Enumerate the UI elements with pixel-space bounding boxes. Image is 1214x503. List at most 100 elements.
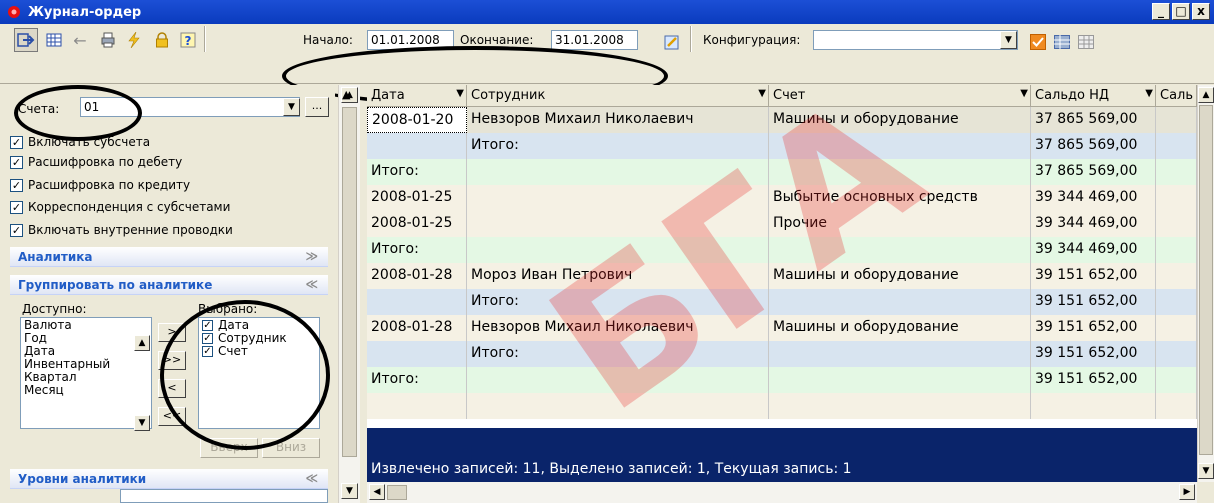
account-field[interactable]: 01 xyxy=(80,97,300,117)
run-report-icon[interactable] xyxy=(14,28,38,52)
option-internal-entries[interactable]: ✓ Включать внутренние проводки xyxy=(10,221,233,239)
table-cell[interactable]: Итого: xyxy=(467,133,769,159)
table-cell[interactable] xyxy=(1156,185,1197,211)
table-cell[interactable] xyxy=(769,159,1031,185)
checkbox-checked[interactable]: ✓ xyxy=(202,320,213,331)
back-arrow-icon[interactable]: ← xyxy=(68,28,92,52)
collapse-chevron-icon[interactable]: ≪ xyxy=(305,277,318,291)
end-date-field[interactable]: 31.01.2008 xyxy=(551,30,638,50)
table-cell[interactable] xyxy=(1156,133,1197,159)
table-cell[interactable]: Прочие xyxy=(769,211,1031,237)
checkbox-checked[interactable]: ✓ xyxy=(10,178,23,192)
chevron-down-icon[interactable]: ▼ xyxy=(1000,31,1017,49)
table-cell[interactable] xyxy=(467,159,769,185)
move-up-button[interactable]: Вверх xyxy=(200,438,258,458)
table-cell[interactable]: Мороз Иван Петрович xyxy=(467,263,769,289)
account-browse-button[interactable]: ... xyxy=(305,97,329,117)
column-header-employee[interactable]: Сотрудник ▼ xyxy=(467,85,769,107)
table-cell[interactable]: 39 151 652,00 xyxy=(1031,263,1156,289)
table-cell[interactable]: Итого: xyxy=(467,341,769,367)
remove-button[interactable]: < xyxy=(158,379,186,398)
grid-view-icon[interactable] xyxy=(1050,30,1074,54)
add-button[interactable]: > xyxy=(158,323,186,342)
table-cell[interactable]: 39 151 652,00 xyxy=(1031,341,1156,367)
chevron-down-icon[interactable]: ▼ xyxy=(283,98,300,116)
print-icon[interactable] xyxy=(96,28,120,52)
list-item[interactable]: Месяц xyxy=(24,384,148,397)
table-cell[interactable] xyxy=(1156,263,1197,289)
analytics-levels-header[interactable]: Уровни аналитики ≪ xyxy=(10,469,328,489)
table-cell[interactable] xyxy=(467,367,769,393)
table-cell[interactable] xyxy=(367,289,467,315)
close-button[interactable]: x xyxy=(1192,3,1210,20)
column-header-date[interactable]: Дата ▼ xyxy=(367,85,467,107)
config-select[interactable] xyxy=(813,30,1018,50)
maximize-button[interactable]: □ xyxy=(1172,3,1190,20)
lightning-icon[interactable] xyxy=(122,28,146,52)
table-cell[interactable]: 2008-01-20 xyxy=(367,107,467,133)
analytics-header[interactable]: Аналитика ≫ xyxy=(10,247,328,267)
table-row[interactable]: Итого: 37 865 569,00 xyxy=(367,159,1197,185)
table-cell[interactable]: 37 865 569,00 xyxy=(1031,159,1156,185)
available-list[interactable]: Валюта Год Дата Инвентарный Квартал Меся… xyxy=(20,317,152,429)
table-cell[interactable]: 39 344 469,00 xyxy=(1031,211,1156,237)
table-cell[interactable] xyxy=(1156,289,1197,315)
scroll-down-icon[interactable]: ▼ xyxy=(341,483,358,499)
add-all-button[interactable]: >> xyxy=(158,351,186,370)
table-row[interactable]: Итого: 37 865 569,00 xyxy=(367,133,1197,159)
checkbox-checked[interactable]: ✓ xyxy=(10,200,23,214)
table-cell[interactable]: 39 344 469,00 xyxy=(1031,237,1156,263)
table-cell[interactable] xyxy=(769,133,1031,159)
table-cell[interactable] xyxy=(367,341,467,367)
table-row[interactable]: Итого: 39 151 652,00 xyxy=(367,341,1197,367)
option-correspondence[interactable]: ✓ Корреспонденция с субсчетами xyxy=(10,198,230,216)
option-include-subaccounts[interactable]: ✓ Включать субсчета xyxy=(10,133,150,151)
scroll-right-icon[interactable]: ▶ xyxy=(1179,484,1195,500)
table-row[interactable]: Итого: 39 151 652,00 xyxy=(367,289,1197,315)
scroll-up-icon[interactable]: ▲ xyxy=(1198,87,1214,103)
table-cell[interactable]: 2008-01-25 xyxy=(367,185,467,211)
table-cell[interactable]: 39 344 469,00 xyxy=(1031,185,1156,211)
grid-vertical-scrollbar[interactable]: ▲ ▼ xyxy=(1197,85,1214,482)
move-down-button[interactable]: Вниз xyxy=(262,438,320,458)
column-header-opening-balance[interactable]: Сальдо НД ▼ xyxy=(1031,85,1156,107)
help-icon[interactable]: ? xyxy=(176,28,200,52)
table-cell[interactable] xyxy=(367,393,467,419)
sort-down-icon[interactable]: ▼ xyxy=(1020,88,1028,99)
table-cell[interactable]: 39 151 652,00 xyxy=(1031,367,1156,393)
table-cell[interactable] xyxy=(467,211,769,237)
table-cell[interactable] xyxy=(467,185,769,211)
table-cell[interactable] xyxy=(1156,315,1197,341)
scroll-down-icon[interactable]: ▼ xyxy=(1198,463,1214,479)
scroll-thumb[interactable] xyxy=(387,485,407,500)
table-row[interactable]: Итого: 39 151 652,00 xyxy=(367,367,1197,393)
checkbox-checked[interactable]: ✓ xyxy=(202,346,213,357)
table-cell[interactable] xyxy=(769,367,1031,393)
scroll-left-icon[interactable]: ◀ xyxy=(369,484,385,500)
table-cell[interactable] xyxy=(769,289,1031,315)
list-item[interactable]: ✓ Счет xyxy=(202,345,316,358)
table-cell[interactable] xyxy=(1156,211,1197,237)
table-cell[interactable] xyxy=(467,237,769,263)
sort-down-icon[interactable]: ▼ xyxy=(456,88,464,99)
selected-list[interactable]: ✓ Дата ✓ Сотрудник ✓ Счет xyxy=(198,317,320,429)
table-row[interactable]: Итого: 39 344 469,00 xyxy=(367,237,1197,263)
table-cell[interactable]: Машины и оборудование xyxy=(769,315,1031,341)
sort-down-icon[interactable]: ▼ xyxy=(758,88,766,99)
table-cell[interactable]: 2008-01-25 xyxy=(367,211,467,237)
checkbox-checked[interactable]: ✓ xyxy=(10,223,23,237)
start-date-field[interactable]: 01.01.2008 xyxy=(367,30,454,50)
empty-selected-row[interactable] xyxy=(367,428,1197,456)
table-cell[interactable]: Итого: xyxy=(367,159,467,185)
grid-horizontal-scrollbar[interactable]: ◀ ▶ xyxy=(367,482,1197,503)
table-cell[interactable]: 39 151 652,00 xyxy=(1031,315,1156,341)
table-row[interactable]: 2008-01-28 Невзоров Михаил Николаевич Маши… xyxy=(367,315,1197,341)
column-header-balance[interactable]: Саль xyxy=(1156,85,1197,107)
table-row[interactable] xyxy=(367,393,1197,419)
table-cell[interactable]: Итого: xyxy=(467,289,769,315)
collapse-chevron-icon[interactable]: ≪ xyxy=(305,471,318,485)
scroll-down-icon[interactable]: ▼ xyxy=(134,415,150,431)
table-cell[interactable] xyxy=(1156,159,1197,185)
table-cell[interactable]: Машины и оборудование xyxy=(769,263,1031,289)
table-cell[interactable] xyxy=(1156,341,1197,367)
